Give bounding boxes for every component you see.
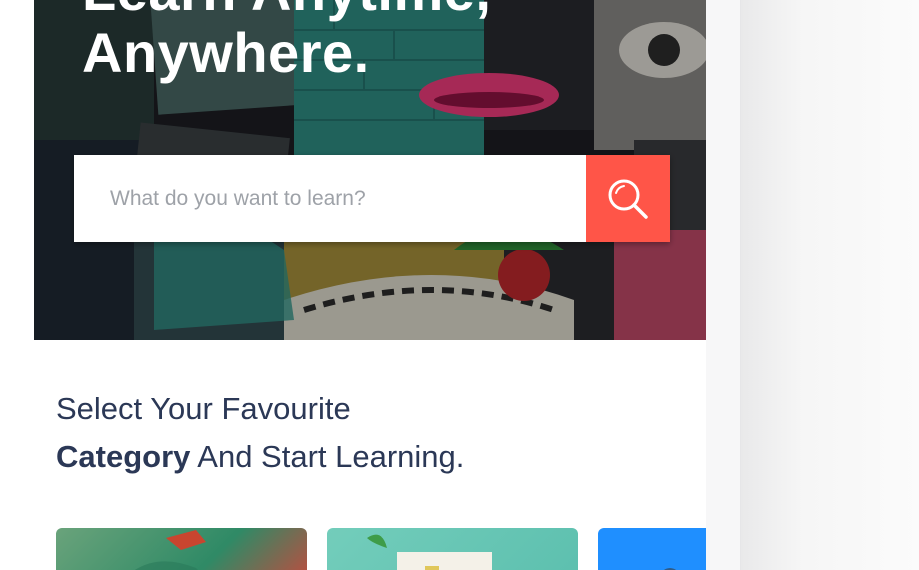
category-card-1[interactable] (56, 528, 307, 570)
hero-title-line2: Anywhere. (82, 21, 370, 84)
category-heading-rest: And Start Learning. (190, 439, 465, 474)
category-card-2-art (367, 534, 492, 570)
background-shadow (741, 0, 919, 570)
category-cards (56, 528, 738, 570)
page-right-margin (706, 0, 741, 570)
search-icon (608, 179, 648, 219)
search-button[interactable] (586, 155, 670, 242)
hero-title-line1: Learn Anytime, (82, 0, 682, 22)
category-card-2[interactable] (327, 528, 578, 570)
category-card-1-art (134, 530, 206, 570)
search-input[interactable] (74, 155, 586, 242)
category-heading-bold: Category (56, 439, 191, 474)
category-heading: Select Your Favourite Category And Start… (56, 385, 696, 481)
hero-banner: Learn Anytime, Anywhere. (34, 0, 707, 340)
page-left-margin (0, 0, 34, 570)
search-bar (74, 155, 670, 242)
hero-title: Learn Anytime, Anywhere. (82, 0, 682, 84)
mobile-page: Learn Anytime, Anywhere. Select Your Fav… (34, 0, 740, 570)
category-heading-line2: Category And Start Learning. (56, 433, 696, 481)
category-heading-line1: Select Your Favourite (56, 391, 351, 426)
